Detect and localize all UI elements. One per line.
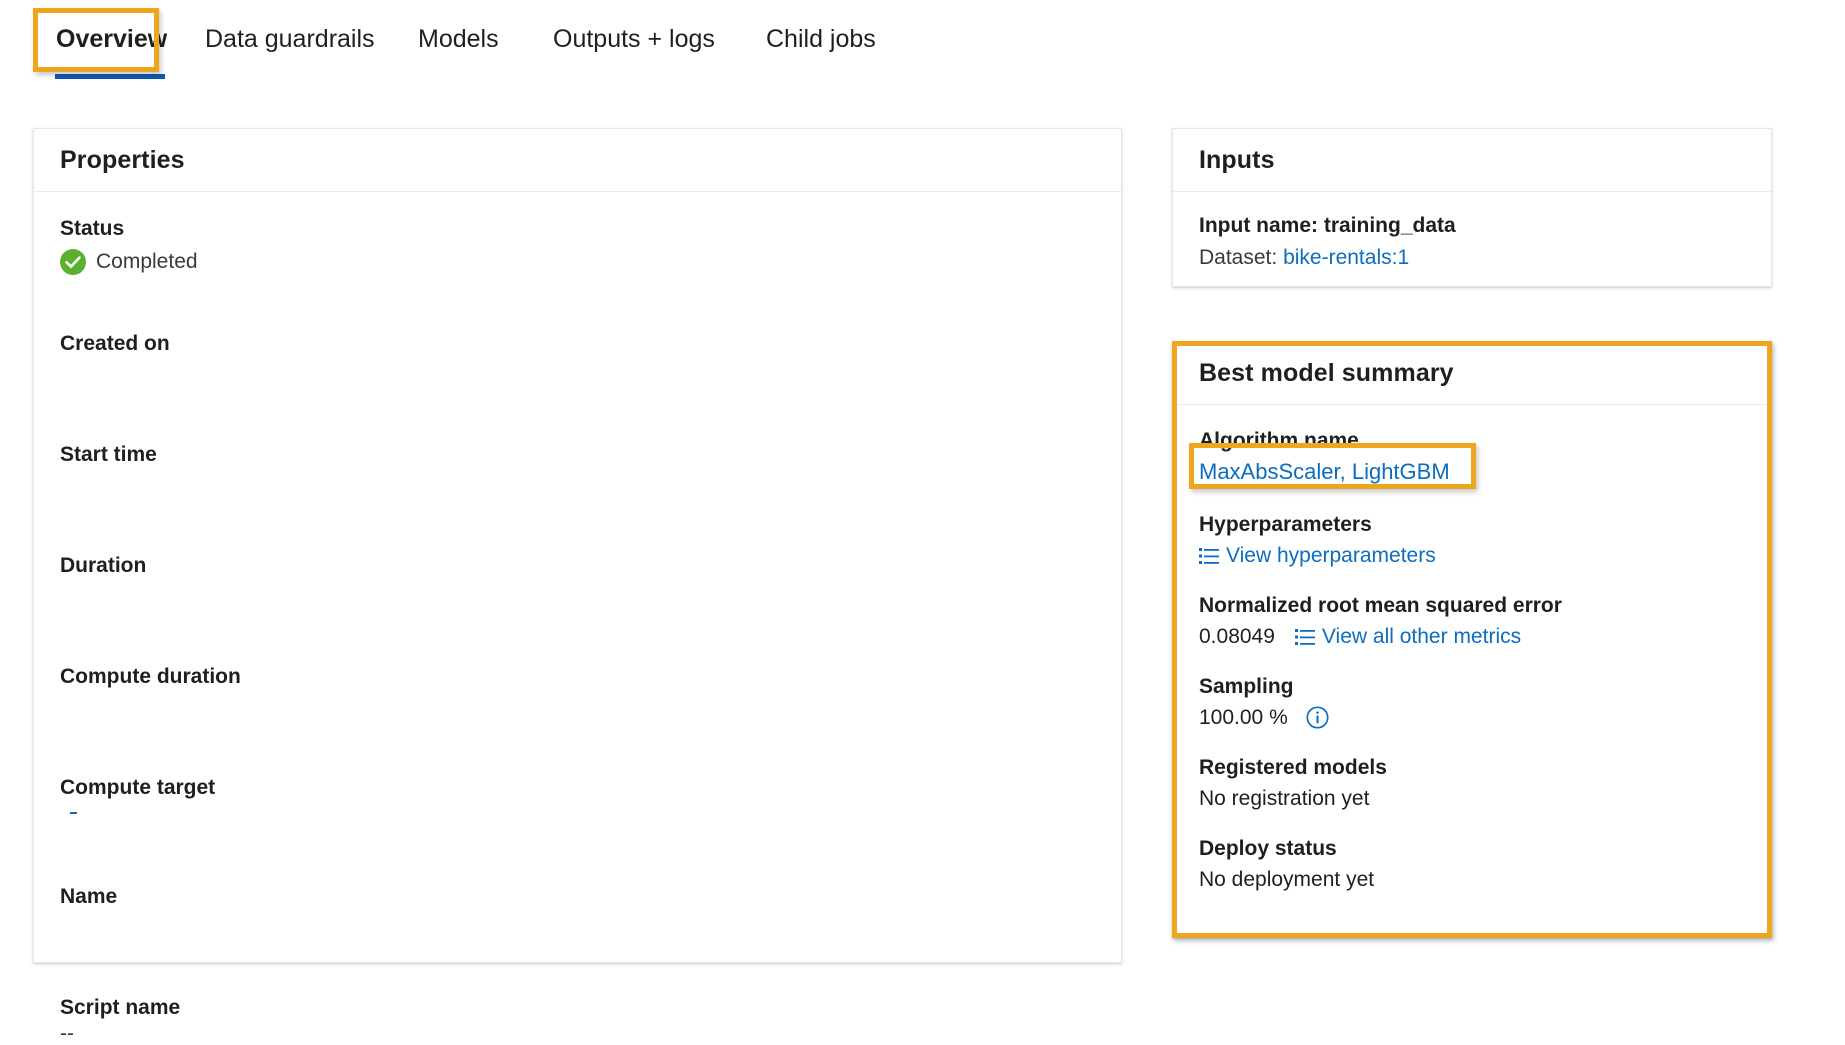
metric-value: 0.08049 (1199, 625, 1275, 648)
deploy-status-value: No deployment yet (1199, 868, 1375, 891)
property-row-compute-duration: Compute duration (60, 662, 1095, 724)
metric-label: Normalized root mean squared error (1199, 594, 1562, 617)
best-model-title: Best model summary (1199, 358, 1454, 387)
hyperparameters-group: Hyperparameters View hyperparameters (1199, 509, 1745, 571)
tab-overview[interactable]: Overview (56, 22, 167, 56)
property-label-start-time: Start time (60, 443, 157, 466)
metric-value-row: 0.08049 View all other metrics (1199, 621, 1745, 652)
tab-selected-underline (55, 74, 165, 79)
best-model-card-body: Algorithm name MaxAbsScaler, LightGBM Hy… (1173, 405, 1771, 895)
tab-child-jobs[interactable]: Child jobs (766, 22, 876, 56)
compute-target-link-truncated[interactable] (70, 812, 77, 814)
view-hyperparameters-row[interactable]: View hyperparameters (1199, 540, 1745, 571)
property-row-script-name: Script name -- (60, 993, 1095, 1045)
algorithm-name-link[interactable]: MaxAbsScaler, LightGBM (1199, 456, 1745, 487)
best-model-summary-card: Best model summary Algorithm name MaxAbs… (1172, 341, 1772, 938)
property-value-status: Completed (96, 250, 198, 273)
inputs-card-header: Inputs (1173, 129, 1771, 192)
property-value-compute-duration (60, 692, 1095, 724)
inputs-card: Inputs Input name: training_data Dataset… (1172, 128, 1772, 287)
input-name-label: Input name: training_data (1199, 214, 1456, 237)
algorithm-group: Algorithm name MaxAbsScaler, LightGBM (1199, 425, 1745, 487)
property-value-name (60, 912, 1095, 944)
sampling-value-row: 100.00 % (1199, 702, 1745, 733)
property-label-script-name: Script name (60, 996, 181, 1019)
property-row-duration: Duration (60, 551, 1095, 613)
property-row-compute-target: Compute target (60, 773, 1095, 844)
view-all-other-metrics-link[interactable]: View all other metrics (1322, 621, 1521, 652)
dataset-label: Dataset: (1199, 246, 1278, 269)
tab-data-guardrails[interactable]: Data guardrails (205, 22, 375, 56)
hyperparameters-label: Hyperparameters (1199, 513, 1372, 536)
best-model-card-header: Best model summary (1173, 342, 1771, 405)
bulleted-list-icon (1294, 628, 1315, 645)
properties-card-body: Status Completed Created on Start time D… (34, 192, 1121, 1045)
property-value-script-name: -- (60, 1022, 74, 1045)
sampling-label: Sampling (1199, 675, 1294, 698)
inputs-card-body: Input name: training_data Dataset: bike-… (1173, 192, 1771, 274)
property-label-status: Status (60, 217, 125, 240)
input-dataset-row: Dataset: bike-rentals:1 (1199, 242, 1745, 274)
property-row-created-on: Created on (60, 329, 1095, 391)
property-row-name: Name (60, 882, 1095, 944)
property-row-start-time: Start time (60, 440, 1095, 502)
view-all-other-metrics-row[interactable]: View all other metrics (1294, 621, 1521, 652)
property-value-compute-target (60, 812, 1095, 844)
dataset-link[interactable]: bike-rentals:1 (1283, 246, 1409, 269)
tab-bar: Overview Data guardrails Models Outputs … (0, 0, 1845, 95)
properties-title: Properties (60, 145, 185, 174)
deploy-status-group: Deploy status No deployment yet (1199, 833, 1745, 895)
properties-card: Properties Status Completed Created on S… (33, 128, 1122, 1045)
check-circle-icon (60, 249, 86, 275)
sampling-value: 100.00 % (1199, 706, 1288, 729)
property-value-created-on (60, 359, 1095, 391)
tab-outputs-logs[interactable]: Outputs + logs (553, 22, 715, 56)
status-value-row: Completed (60, 244, 1095, 280)
property-label-name: Name (60, 885, 118, 908)
property-label-created-on: Created on (60, 332, 170, 355)
view-hyperparameters-link[interactable]: View hyperparameters (1226, 540, 1436, 571)
property-label-compute-target: Compute target (60, 776, 216, 799)
sampling-group: Sampling 100.00 % (1199, 671, 1745, 733)
algorithm-name-label: Algorithm name (1199, 429, 1359, 452)
registered-models-group: Registered models No registration yet (1199, 752, 1745, 814)
property-label-compute-duration: Compute duration (60, 665, 241, 688)
metric-group: Normalized root mean squared error 0.080… (1199, 590, 1745, 652)
property-value-duration (60, 581, 1095, 613)
inputs-title: Inputs (1199, 145, 1275, 174)
bulleted-list-icon (1199, 547, 1219, 564)
property-label-duration: Duration (60, 554, 147, 577)
registered-models-value: No registration yet (1199, 787, 1370, 810)
tab-models[interactable]: Models (418, 22, 499, 56)
property-row-status: Status Completed (60, 214, 1095, 280)
property-value-start-time (60, 470, 1095, 502)
registered-models-label: Registered models (1199, 756, 1387, 779)
properties-card-header: Properties (34, 129, 1121, 192)
deploy-status-label: Deploy status (1199, 837, 1337, 860)
info-circle-icon[interactable] (1306, 706, 1329, 729)
